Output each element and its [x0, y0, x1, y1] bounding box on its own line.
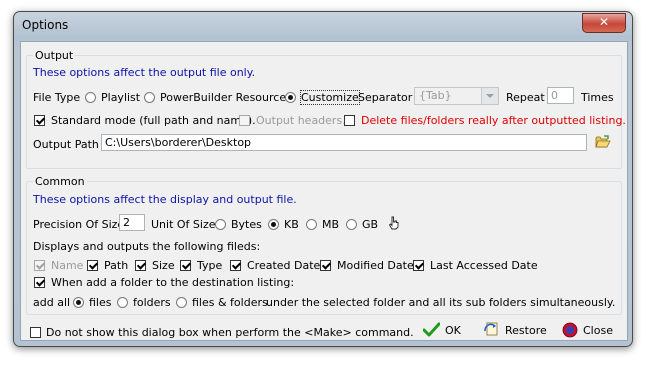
field-last-accessed-checkbox[interactable] — [413, 260, 424, 271]
ok-button[interactable]: OK — [423, 322, 473, 340]
radio-unit-mb-label[interactable]: MB — [322, 218, 339, 231]
radio-powerbuilder-resources[interactable] — [144, 92, 155, 103]
output-group-title: Output — [33, 49, 76, 62]
field-created-date-checkbox[interactable] — [230, 260, 241, 271]
output-path-input[interactable]: C:\Users\borderer\Desktop — [101, 134, 587, 151]
options-dialog: Options ✕ Output These options affect th… — [13, 11, 633, 347]
window-close-button[interactable]: ✕ — [582, 13, 626, 33]
field-type-label[interactable]: Type — [197, 259, 222, 272]
precision-input[interactable]: 2 — [119, 214, 145, 231]
open-folder-icon[interactable] — [595, 135, 611, 149]
radio-add-files-and-folders-label[interactable]: files & folders — [192, 296, 268, 309]
separator-value: {Tab} — [419, 89, 452, 102]
field-size-checkbox[interactable] — [135, 260, 146, 271]
radio-unit-kb-label[interactable]: KB — [284, 218, 299, 231]
chevron-down-icon — [481, 88, 498, 104]
add-all-label: add all — [33, 296, 71, 309]
radio-unit-gb[interactable] — [346, 219, 357, 230]
standard-mode-label[interactable]: Standard mode (full path and name). — [51, 114, 256, 127]
output-headers-label: Output headers. — [256, 114, 346, 127]
radio-unit-bytes[interactable] — [215, 219, 226, 230]
radio-unit-bytes-label[interactable]: Bytes — [231, 218, 262, 231]
times-label: Times — [581, 91, 614, 104]
field-modified-date-checkbox[interactable] — [320, 260, 331, 271]
repeat-input[interactable]: 0 — [547, 87, 574, 104]
file-type-label: File Type — [33, 91, 81, 104]
fields-caption: Displays and outputs the following filed… — [33, 240, 261, 253]
output-path-label: Output Path — [33, 138, 99, 151]
precision-label: Precision Of Size — [33, 218, 125, 231]
hand-pointer-icon[interactable] — [388, 216, 400, 230]
dont-show-label[interactable]: Do not show this dialog box when perform… — [46, 326, 414, 339]
ok-button-label: OK — [445, 324, 461, 337]
field-path-checkbox[interactable] — [87, 260, 98, 271]
separator-label: Separator — [358, 91, 413, 104]
dont-show-checkbox[interactable] — [30, 327, 41, 338]
radio-add-folders[interactable] — [117, 297, 128, 308]
dialog-client-area: Output These options affect the output f… — [20, 41, 628, 341]
close-button[interactable]: Close — [562, 322, 622, 340]
delete-files-checkbox[interactable] — [344, 115, 355, 126]
field-created-date-label[interactable]: Created Date — [247, 259, 320, 272]
field-modified-date-label[interactable]: Modified Date — [337, 259, 414, 272]
close-circle-icon — [562, 322, 578, 338]
restore-button[interactable]: Restore — [484, 322, 554, 340]
repeat-label: Repeat — [506, 91, 545, 104]
radio-playlist[interactable] — [85, 92, 96, 103]
radio-add-files[interactable] — [73, 297, 84, 308]
output-headers-checkbox — [239, 115, 250, 126]
field-path-label[interactable]: Path — [104, 259, 128, 272]
window-title: Options — [22, 18, 69, 32]
delete-files-label[interactable]: Delete files/folders really after output… — [361, 114, 626, 127]
add-folder-label[interactable]: When add a folder to the destination lis… — [51, 276, 294, 289]
field-type-checkbox[interactable] — [180, 260, 191, 271]
separator-combobox: {Tab} — [414, 87, 499, 105]
radio-unit-mb[interactable] — [306, 219, 317, 230]
unit-label: Unit Of Size — [151, 218, 216, 231]
radio-add-files-and-folders[interactable] — [176, 297, 187, 308]
radio-add-files-label[interactable]: files — [89, 296, 111, 309]
radio-customize-label[interactable]: Customize — [300, 90, 360, 105]
radio-playlist-label[interactable]: Playlist — [101, 91, 140, 104]
field-size-label[interactable]: Size — [152, 259, 175, 272]
field-name-checkbox — [34, 260, 45, 271]
common-description: These options affect the display and out… — [33, 193, 297, 206]
restore-icon — [484, 322, 498, 336]
radio-add-folders-label[interactable]: folders — [133, 296, 171, 309]
output-description: These options affect the output file onl… — [33, 66, 256, 79]
under-folder-label: under the selected folder and all its su… — [266, 296, 616, 309]
field-name-label: Name — [51, 259, 84, 272]
common-group-title: Common — [33, 175, 87, 188]
radio-unit-gb-label[interactable]: GB — [362, 218, 378, 231]
close-button-label: Close — [583, 324, 613, 337]
radio-customize[interactable] — [285, 92, 296, 103]
radio-unit-kb[interactable] — [268, 219, 279, 230]
restore-button-label: Restore — [505, 324, 547, 337]
radio-powerbuilder-label[interactable]: PowerBuilder Resources — [160, 91, 292, 104]
field-last-accessed-label[interactable]: Last Accessed Date — [430, 259, 538, 272]
standard-mode-checkbox[interactable] — [34, 115, 45, 126]
checkmark-icon — [423, 322, 440, 337]
add-folder-checkbox[interactable] — [34, 277, 45, 288]
